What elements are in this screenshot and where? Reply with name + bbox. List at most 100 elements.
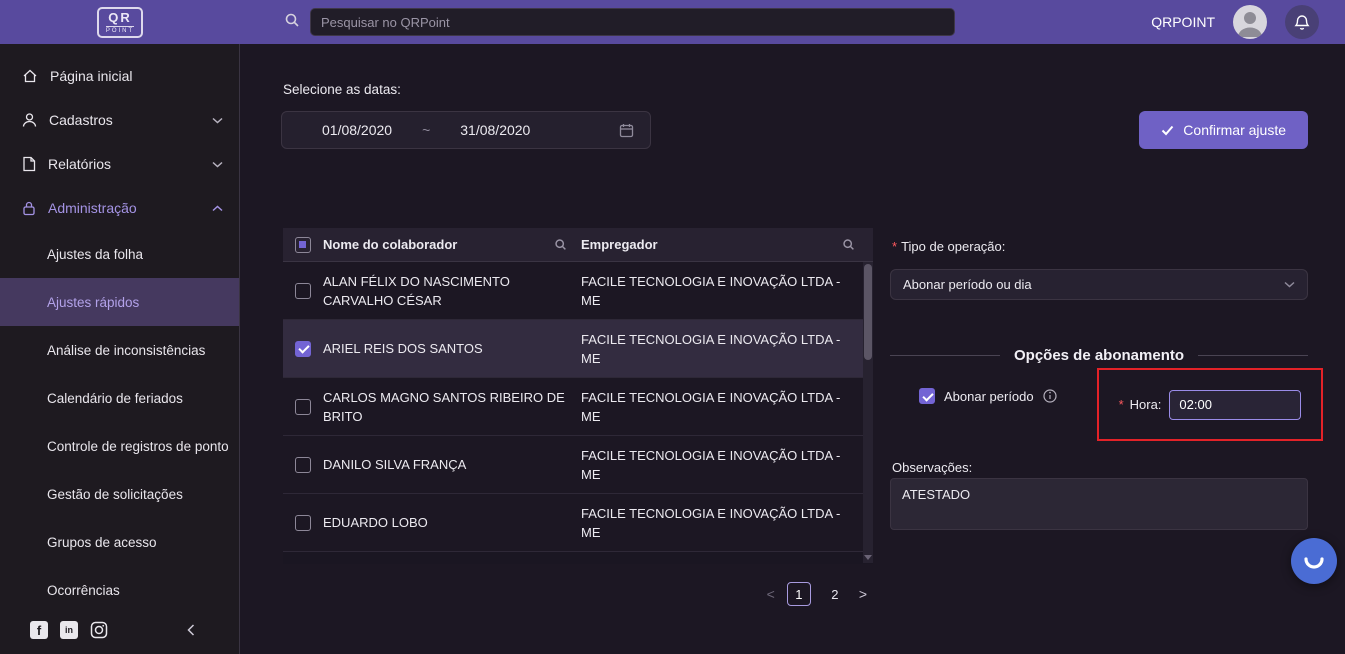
employees-table: Nome do colaborador Empregador ALAN FÉLI… — [283, 228, 873, 575]
pagination-page-1[interactable]: 1 — [787, 582, 811, 606]
user-avatar[interactable] — [1233, 5, 1267, 39]
calendar-icon — [619, 123, 634, 138]
account-name[interactable]: QRPOINT — [1151, 14, 1215, 30]
empregador-name: FACILE TECNOLOGIA E INOVAÇÃO LTDA - ME — [581, 330, 863, 368]
sidebar-item-relatorios[interactable]: Relatórios — [0, 142, 239, 186]
row-checkbox[interactable] — [295, 457, 311, 473]
observacoes-textarea[interactable]: ATESTADO — [890, 478, 1308, 530]
row-checkbox[interactable] — [295, 341, 311, 357]
logo-text-point: POINT — [106, 26, 134, 34]
sidebar-subitem-analise-de-inconsistencias[interactable]: Análise de inconsistências — [0, 326, 239, 374]
observacoes-label: Observações: — [892, 460, 972, 475]
search-icon[interactable] — [842, 238, 855, 251]
sidebar-item-cadastros[interactable]: Cadastros — [0, 98, 239, 142]
check-icon — [1161, 125, 1174, 136]
sidebar-item-administracao[interactable]: Administração — [0, 186, 239, 230]
search-icon — [284, 12, 300, 33]
user-icon — [22, 112, 37, 128]
sidebar-item-label: Relatórios — [48, 156, 111, 172]
sidebar: Página inicial Cadastros Relatórios Admi… — [0, 44, 240, 654]
chevron-down-icon — [212, 117, 223, 124]
search-icon[interactable] — [554, 238, 567, 251]
home-icon — [22, 68, 38, 84]
date-separator: ~ — [422, 122, 430, 138]
sidebar-subitem-grupos-de-acesso[interactable]: Grupos de acesso — [0, 518, 239, 566]
pagination-prev[interactable]: < — [767, 586, 775, 602]
dates-label: Selecione as datas: — [283, 82, 401, 97]
hora-input[interactable] — [1169, 390, 1301, 420]
confirm-adjust-button[interactable]: Confirmar ajuste — [1139, 111, 1308, 149]
logo-wrap: QR POINT — [0, 7, 240, 38]
sidebar-subitem-ajustes-rapidos[interactable]: Ajustes rápidos — [0, 278, 239, 326]
sidebar-item-label: Cadastros — [49, 112, 113, 128]
table-row[interactable]: ARIEL REIS DOS SANTOS FACILE TECNOLOGIA … — [283, 320, 873, 378]
facebook-icon[interactable]: f — [30, 621, 48, 639]
colaborador-name: EDUARDO LOBO — [323, 513, 581, 532]
table-bottom-strip — [283, 552, 873, 564]
sidebar-subitem-ajustes-da-folha[interactable]: Ajustes da folha — [0, 230, 239, 278]
user-icon — [1233, 5, 1267, 39]
row-checkbox[interactable] — [295, 515, 311, 531]
start-date[interactable]: 01/08/2020 — [322, 122, 392, 138]
date-range-picker[interactable]: 01/08/2020 ~ 31/08/2020 — [281, 111, 651, 149]
empregador-name: FACILE TECNOLOGIA E INOVAÇÃO LTDA - ME — [581, 388, 863, 426]
info-icon[interactable] — [1043, 389, 1057, 403]
chevron-down-icon — [1284, 281, 1295, 288]
chat-widget-button[interactable] — [1291, 538, 1337, 584]
sidebar-subitem-calendario-de-feriados[interactable]: Calendário de feriados — [0, 374, 239, 422]
sidebar-item-pagina-inicial[interactable]: Página inicial — [0, 54, 239, 98]
sidebar-item-label: Administração — [48, 200, 137, 216]
column-header-employer: Empregador — [581, 235, 658, 254]
bell-icon — [1294, 14, 1310, 31]
collapse-sidebar-button[interactable] — [187, 624, 223, 636]
select-all-checkbox[interactable] — [295, 237, 311, 253]
instagram-icon[interactable] — [90, 621, 108, 639]
table-row[interactable]: DANILO SILVA FRANÇA FACILE TECNOLOGIA E … — [283, 436, 873, 494]
qrpoint-logo[interactable]: QR POINT — [97, 7, 143, 38]
table-scrollbar[interactable] — [863, 262, 873, 563]
end-date[interactable]: 31/08/2020 — [460, 122, 530, 138]
tipo-operacao-select[interactable]: Abonar período ou dia — [890, 269, 1308, 300]
smile-icon — [1302, 549, 1326, 573]
table-row[interactable]: CARLOS MAGNO SANTOS RIBEIRO DE BRITO FAC… — [283, 378, 873, 436]
global-search-input[interactable] — [310, 8, 955, 36]
abonar-periodo-label: Abonar período — [944, 389, 1034, 404]
empregador-name: FACILE TECNOLOGIA E INOVAÇÃO LTDA - ME — [581, 504, 863, 542]
pagination-next[interactable]: > — [859, 586, 867, 602]
table-header: Nome do colaborador Empregador — [283, 228, 873, 262]
sidebar-subitem-controle-de-registros[interactable]: Controle de registros de ponto — [0, 422, 239, 470]
empregador-name: FACILE TECNOLOGIA E INOVAÇÃO LTDA - ME — [581, 446, 863, 484]
confirm-button-label: Confirmar ajuste — [1183, 122, 1286, 138]
select-value: Abonar período ou dia — [903, 277, 1032, 292]
required-asterisk: * — [1119, 397, 1124, 412]
table-row[interactable]: EDUARDO LOBO FACILE TECNOLOGIA E INOVAÇÃ… — [283, 494, 873, 552]
section-title: Opções de abonamento — [1014, 347, 1184, 364]
linkedin-icon[interactable]: in — [60, 621, 78, 639]
colaborador-name: DANILO SILVA FRANÇA — [323, 455, 581, 474]
document-icon — [22, 156, 36, 172]
sidebar-footer: f in — [0, 614, 239, 654]
sidebar-subitem-ocorrencias[interactable]: Ocorrências — [0, 566, 239, 614]
sidebar-subitem-gestao-de-solicitacoes[interactable]: Gestão de solicitações — [0, 470, 239, 518]
required-asterisk: * — [892, 239, 897, 254]
hora-label: Hora: — [1130, 397, 1162, 412]
column-header-name: Nome do colaborador — [323, 235, 457, 254]
scrollbar-thumb[interactable] — [864, 264, 872, 360]
table-row[interactable]: ALAN FÉLIX DO NASCIMENTO CARVALHO CÉSAR … — [283, 262, 873, 320]
pagination-page-2[interactable]: 2 — [823, 582, 847, 606]
row-checkbox[interactable] — [295, 283, 311, 299]
scrollbar-down-arrow[interactable] — [864, 555, 872, 560]
logo-text-qr: QR — [106, 11, 134, 24]
colaborador-name: ARIEL REIS DOS SANTOS — [323, 339, 581, 358]
header-right: QRPOINT — [1151, 5, 1345, 39]
row-checkbox[interactable] — [295, 399, 311, 415]
notifications-button[interactable] — [1285, 5, 1319, 39]
hora-field-row: * Hora: — [1099, 370, 1321, 439]
options-section-header: Opções de abonamento — [890, 347, 1308, 364]
main-content: Selecione as datas: 01/08/2020 ~ 31/08/2… — [241, 44, 1345, 654]
sidebar-item-label: Página inicial — [50, 68, 133, 84]
chevron-up-icon — [212, 205, 223, 212]
chevron-down-icon — [212, 161, 223, 168]
header-search-zone — [284, 8, 955, 36]
abonar-periodo-checkbox[interactable] — [919, 388, 935, 404]
